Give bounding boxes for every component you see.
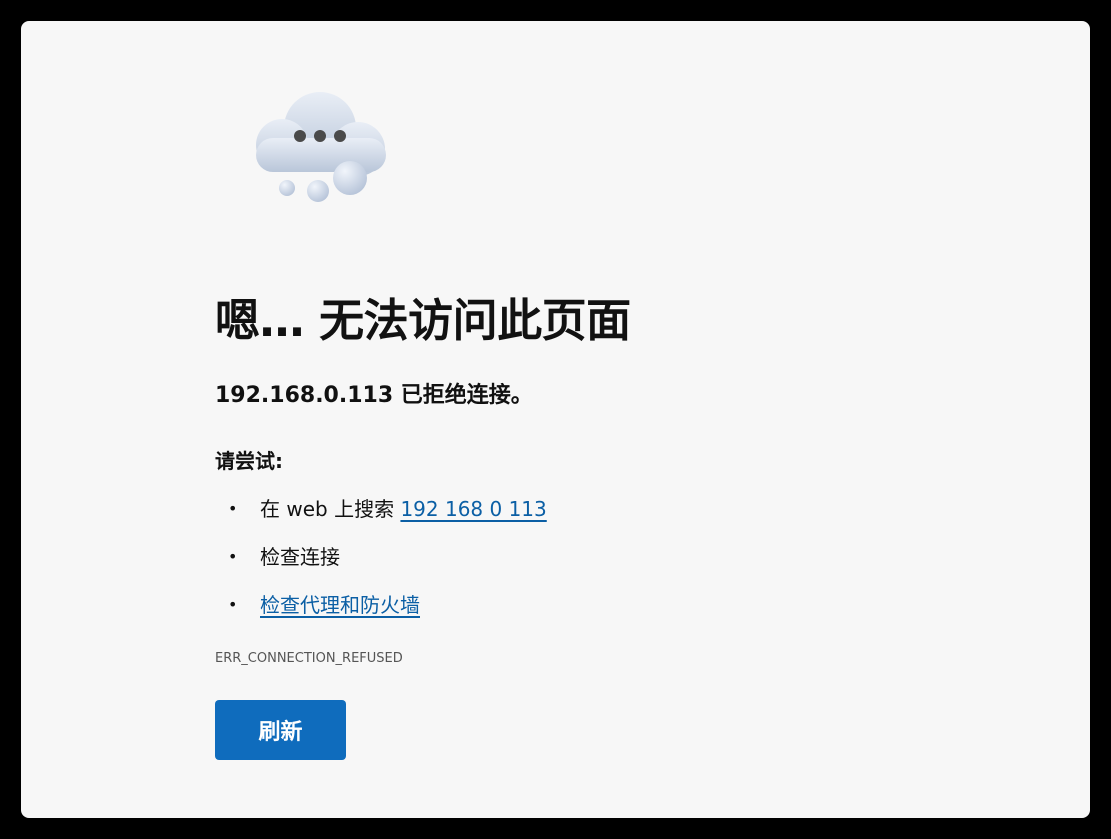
cloud-icon (256, 92, 386, 202)
suggestion-check-connection: • 检查连接 (215, 541, 547, 589)
suggestion-check-proxy-firewall: • 检查代理和防火墙 (215, 589, 547, 637)
refresh-button[interactable]: 刷新 (215, 700, 346, 760)
bullet: • (228, 547, 238, 566)
try-heading: 请尝试: (215, 449, 283, 473)
suggestions-list: • 在 web 上搜索 192 168 0 113 • 检查连接 • 检查代理和… (215, 493, 547, 637)
check-connection-text: 检查连接 (260, 545, 340, 569)
search-web-text: 在 web 上搜索 (260, 497, 401, 521)
search-web-link[interactable]: 192 168 0 113 (400, 497, 546, 521)
bullet: • (228, 499, 238, 518)
error-page-window: 嗯… 无法访问此页面 192.168.0.113 已拒绝连接。 请尝试: • 在… (21, 21, 1090, 818)
error-description: 192.168.0.113 已拒绝连接。 (215, 383, 533, 408)
suggestion-search-web: • 在 web 上搜索 192 168 0 113 (215, 493, 547, 541)
check-proxy-firewall-link[interactable]: 检查代理和防火墙 (260, 593, 420, 617)
bullet: • (228, 595, 238, 614)
page-title: 嗯… 无法访问此页面 (215, 294, 631, 347)
error-code: ERR_CONNECTION_REFUSED (215, 651, 403, 666)
